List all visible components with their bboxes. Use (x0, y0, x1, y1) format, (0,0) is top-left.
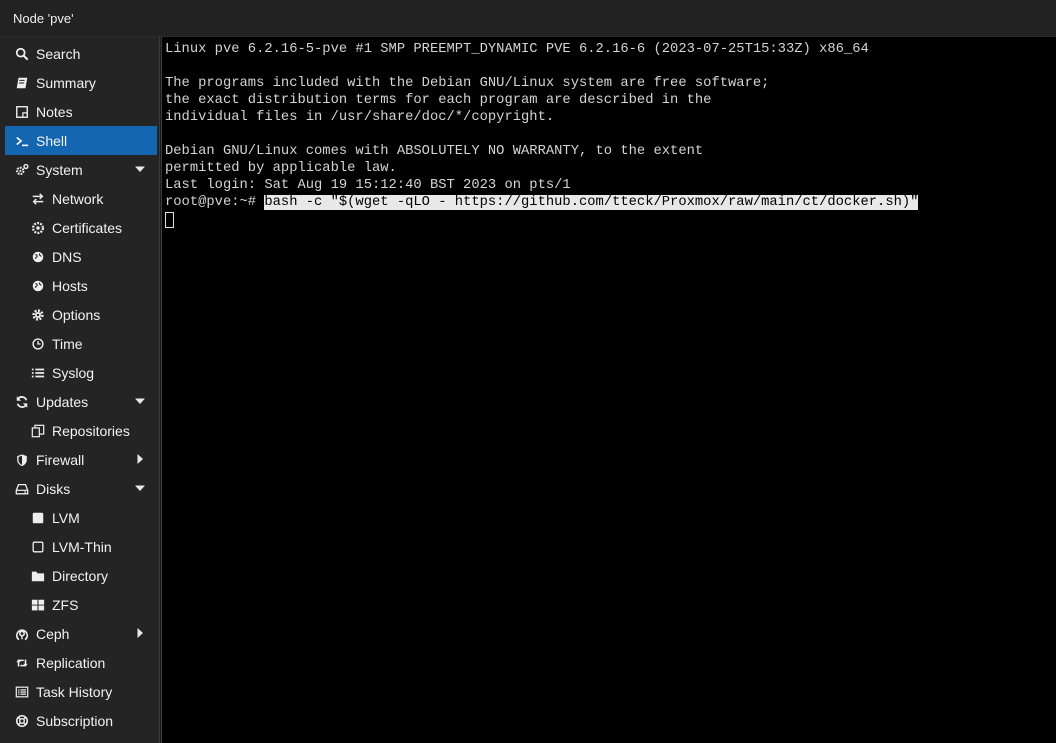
sidebar-item-system[interactable]: System (0, 155, 159, 184)
note-icon (14, 104, 30, 120)
sidebar-item-hosts[interactable]: Hosts (0, 271, 159, 300)
sidebar-item-label: Search (36, 45, 81, 62)
terminal-output-line: Linux pve 6.2.16-5-pve #1 SMP PREEMPT_DY… (165, 42, 869, 57)
sidebar-item-label: Shell (36, 132, 68, 149)
sidebar-item-label: DNS (52, 248, 82, 265)
sidebar-item-time[interactable]: Time (0, 329, 159, 358)
sidebar-item-disks[interactable]: Disks (0, 474, 159, 503)
sidebar-item-label: Repositories (52, 422, 130, 439)
terminal-icon (14, 133, 30, 149)
shell-terminal[interactable]: Linux pve 6.2.16-5-pve #1 SMP PREEMPT_DY… (161, 37, 1056, 743)
sidebar-item-label: Ceph (36, 625, 70, 642)
sidebar-item-options[interactable]: Options (0, 300, 159, 329)
sidebar-item-replication[interactable]: Replication (0, 648, 159, 677)
sidebar-item-label: Firewall (36, 451, 85, 468)
sidebar-item-label: Task History (36, 683, 113, 700)
sidebar-item-label: Directory (52, 567, 109, 584)
terminal-output-line: permitted by applicable law. (165, 161, 397, 176)
shield-icon (14, 452, 30, 468)
sidebar-item-label: Time (52, 335, 83, 352)
terminal-cursor (165, 212, 174, 228)
sidebar-item-label: LVM-Thin (52, 538, 112, 555)
sidebar-item-label: Replication (36, 654, 106, 671)
retweet-icon (14, 655, 30, 671)
sidebar-item-label: System (36, 161, 83, 178)
grid-icon (30, 597, 46, 613)
sidebar-item-label: ZFS (52, 596, 79, 613)
sidebar-item-label: Options (52, 306, 101, 323)
sidebar-item-label: LVM (52, 509, 80, 526)
sidebar-item-repositories[interactable]: Repositories (0, 416, 159, 445)
caret-down-icon[interactable] (135, 396, 145, 406)
sidebar-item-label: Disks (36, 480, 71, 497)
terminal-output-line: Last login: Sat Aug 19 15:12:40 BST 2023… (165, 178, 571, 193)
refresh-icon (14, 394, 30, 410)
caret-right-icon[interactable] (135, 628, 145, 638)
sidebar-item-ceph[interactable]: Ceph (0, 619, 159, 648)
terminal-prompt-line: root@pve:~# bash -c "$(wget -qLO - https… (165, 194, 1056, 211)
sidebar-item-shell[interactable]: Shell (5, 126, 157, 155)
sidebar-item-label: Hosts (52, 277, 88, 294)
sidebar-item-label: Certificates (52, 219, 123, 236)
hdd-icon (14, 481, 30, 497)
sidebar-item-label: Syslog (52, 364, 95, 381)
sidebar-item-zfs[interactable]: ZFS (0, 590, 159, 619)
shell-prompt: root@pve:~# (165, 195, 265, 210)
sidebar-item-label: Summary (36, 74, 96, 91)
filled-square-icon (30, 510, 46, 526)
square-outline-icon (30, 539, 46, 555)
sidebar-item-notes[interactable]: Notes (0, 97, 159, 126)
terminal-output-line: The programs included with the Debian GN… (165, 76, 770, 91)
sidebar-item-updates[interactable]: Updates (0, 387, 159, 416)
sidebar-item-certificates[interactable]: Certificates (0, 213, 159, 242)
sidebar-item-label: Updates (36, 393, 89, 410)
caret-right-icon[interactable] (135, 454, 145, 464)
selected-command-text[interactable]: bash -c "$(wget -qLO - https://github.co… (264, 195, 919, 210)
sidebar-item-network[interactable]: Network (0, 184, 159, 213)
terminal-output-line: the exact distribution terms for each pr… (165, 93, 712, 108)
caret-down-icon[interactable] (135, 483, 145, 493)
list-alt-icon (14, 684, 30, 700)
sidebar-item-task-history[interactable]: Task History (0, 677, 159, 706)
sidebar-item-label: Network (52, 190, 104, 207)
search-icon (14, 46, 30, 62)
sidebar-item-search[interactable]: Search (0, 39, 159, 68)
repositories-icon (30, 423, 46, 439)
cogs-icon (14, 162, 30, 178)
terminal-cursor-line (165, 211, 1056, 228)
sidebar-item-summary[interactable]: Summary (0, 68, 159, 97)
caret-down-icon[interactable] (135, 164, 145, 174)
sidebar-item-subscription[interactable]: Subscription (0, 706, 159, 735)
terminal-output-line: individual files in /usr/share/doc/*/cop… (165, 110, 555, 125)
exchange-icon (30, 191, 46, 207)
folder-icon (30, 568, 46, 584)
sidebar-item-directory[interactable]: Directory (0, 561, 159, 590)
gear-icon (30, 307, 46, 323)
sidebar-item-label: Notes (36, 103, 73, 120)
sidebar-item-lvm[interactable]: LVM (0, 503, 159, 532)
sidebar-item-label: Subscription (36, 712, 114, 729)
terminal-output-line: Debian GNU/Linux comes with ABSOLUTELY N… (165, 144, 704, 159)
list-icon (30, 365, 46, 381)
ceph-icon (14, 626, 30, 642)
certificate-icon (30, 220, 46, 236)
sidebar-item-lvm-thin[interactable]: LVM-Thin (0, 532, 159, 561)
sidebar-item-firewall[interactable]: Firewall (0, 445, 159, 474)
sidebar-item-dns[interactable]: DNS (0, 242, 159, 271)
window-title: Node 'pve' (0, 0, 1056, 37)
node-navigation-sidebar: Search Summary Notes Shell System Network Cert… (0, 37, 160, 743)
globe-icon (30, 278, 46, 294)
globe-icon (30, 249, 46, 265)
book-icon (14, 75, 30, 91)
sidebar-item-syslog[interactable]: Syslog (0, 358, 159, 387)
clock-icon (30, 336, 46, 352)
support-icon (14, 713, 30, 729)
